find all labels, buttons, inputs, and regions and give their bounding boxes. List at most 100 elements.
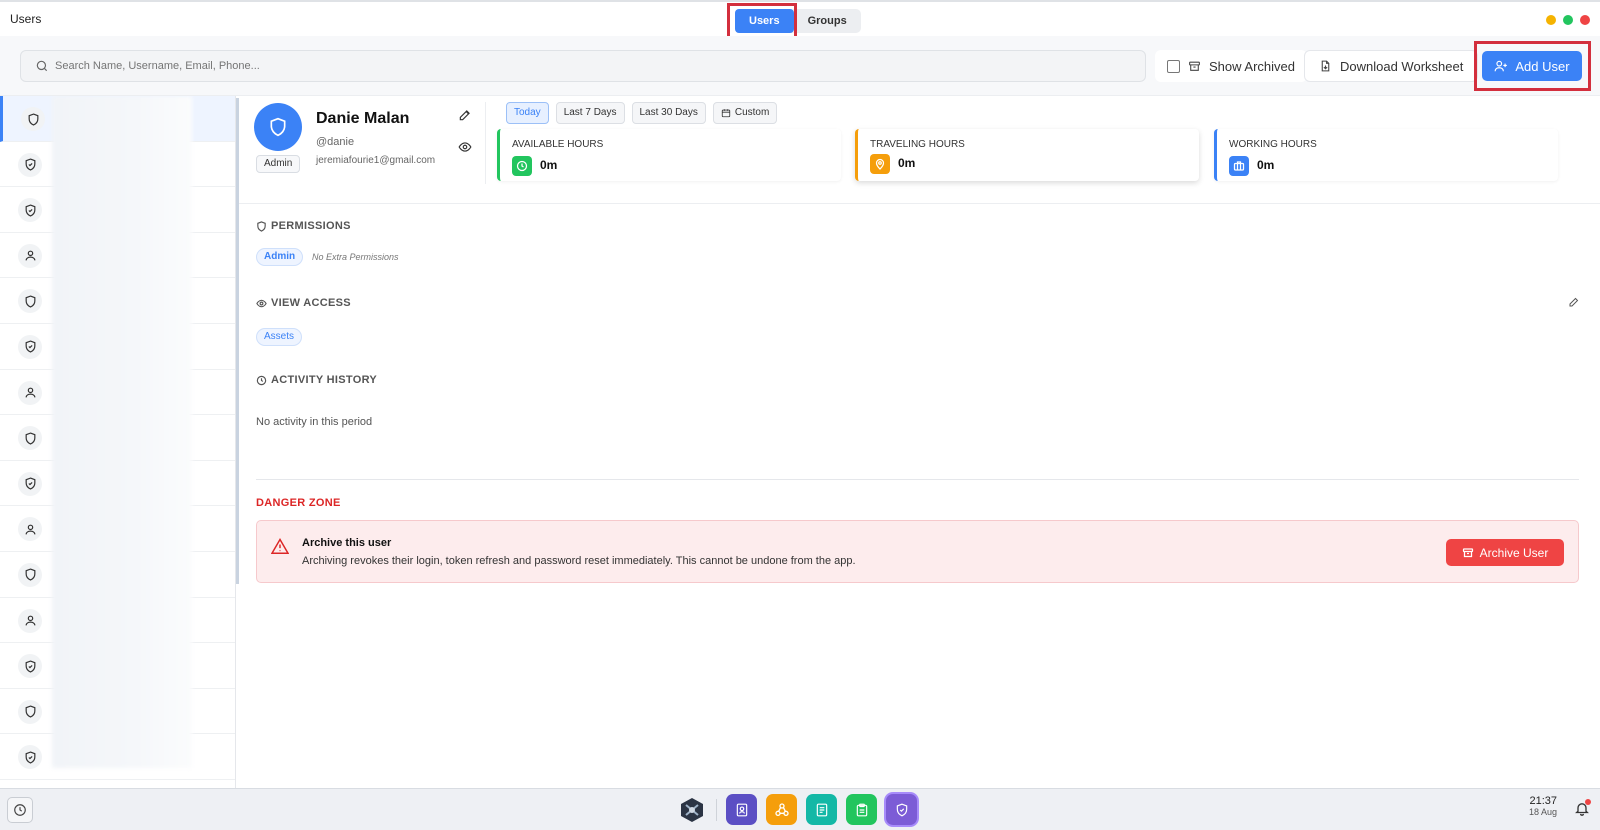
edit-pencil-icon[interactable] [458, 108, 472, 122]
app-dock [676, 794, 917, 825]
briefcase-icon [1229, 156, 1249, 176]
header-divider [485, 102, 486, 184]
danger-zone-title: DANGER ZONE [256, 497, 341, 509]
dock-app-clipboard-icon[interactable] [846, 794, 877, 825]
clock-date: 18 Aug [1528, 807, 1557, 817]
dock-app-contacts-icon[interactable] [726, 794, 757, 825]
range-custom[interactable]: Custom [712, 102, 778, 124]
redacted-names-blur [52, 96, 192, 768]
eye-icon [256, 299, 267, 307]
shield-icon [18, 426, 42, 451]
clock-time: 21:37 [1529, 795, 1557, 807]
shield-check-icon [18, 152, 42, 177]
archive-box-icon [1462, 547, 1473, 557]
danger-divider [256, 479, 1579, 480]
view-access-heading: VIEW ACCESS [256, 297, 351, 309]
search-input[interactable] [55, 51, 1135, 81]
shield-icon [257, 220, 266, 232]
shield-check-icon [18, 745, 42, 770]
dock-app-share-icon[interactable] [766, 794, 797, 825]
tab-groups[interactable]: Groups [794, 9, 861, 33]
activity-title: ACTIVITY HISTORY [271, 374, 378, 386]
map-pin-icon [870, 154, 890, 174]
search-box [20, 50, 1146, 82]
eye-icon[interactable] [458, 140, 472, 154]
minimize-button[interactable] [1546, 15, 1556, 25]
user-detail-panel: Admin Danie Malan @danie jeremiafourie1@… [239, 96, 1600, 788]
shield-check-icon [18, 654, 42, 679]
shield-icon [21, 107, 45, 131]
activity-empty-text: No activity in this period [256, 416, 373, 428]
permission-role-chip: Admin [256, 248, 304, 266]
app-logo-icon[interactable] [676, 794, 707, 825]
range-today[interactable]: Today [506, 102, 549, 124]
view-access-chip-assets: Assets [256, 328, 303, 346]
history-clock-button[interactable] [7, 797, 33, 823]
search-icon [36, 60, 48, 72]
window-controls [1546, 15, 1590, 25]
user-icon [18, 517, 42, 542]
system-clock[interactable]: 21:37 18 Aug [1529, 795, 1557, 817]
show-archived-label: Show Archived [1209, 58, 1295, 74]
shield-icon [18, 699, 42, 724]
close-button[interactable] [1580, 15, 1590, 25]
danger-zone-box: Archive this user Archiving revokes thei… [256, 520, 1579, 583]
calendar-icon [721, 109, 731, 118]
download-worksheet-button[interactable]: Download Worksheet [1304, 50, 1479, 82]
download-worksheet-label: Download Worksheet [1340, 58, 1464, 74]
clock-icon [14, 804, 26, 816]
warning-triangle-icon [271, 538, 289, 554]
date-range-selector: Today Last 7 Days Last 30 Days Custom [506, 102, 778, 124]
stat-label: TRAVELING HOURS [870, 139, 965, 150]
edit-pencil-icon[interactable] [1568, 296, 1580, 308]
avatar [254, 103, 302, 151]
section-divider [239, 203, 1600, 204]
stat-traveling-hours: TRAVELING HOURS 0m [855, 129, 1199, 181]
user-icon [18, 380, 42, 405]
app-window: Users Users Groups Show Archived Downloa… [0, 0, 1600, 830]
user-handle: @danie [316, 136, 355, 148]
dock-separator [716, 798, 717, 821]
show-archived-checkbox[interactable] [1167, 59, 1180, 73]
danger-text: Archiving revokes their login, token ref… [302, 555, 856, 567]
activity-heading: ACTIVITY HISTORY [256, 374, 377, 386]
user-icon [18, 243, 42, 268]
dock-app-shield-icon[interactable] [886, 794, 917, 825]
archive-user-button[interactable]: Archive User [1446, 539, 1564, 566]
shield-check-icon [18, 471, 42, 496]
permissions-title: PERMISSIONS [271, 220, 351, 232]
dock-app-document-icon[interactable] [806, 794, 837, 825]
user-name: Danie Malan [316, 110, 410, 127]
stat-label: WORKING HOURS [1229, 139, 1317, 150]
file-download-icon [1321, 60, 1330, 72]
stat-value: 0m [540, 158, 558, 172]
taskbar: 21:37 18 Aug [0, 788, 1600, 830]
user-icon [18, 608, 42, 633]
range-last-7-days[interactable]: Last 7 Days [555, 102, 625, 124]
archive-box-icon [1189, 61, 1200, 71]
show-archived-toggle[interactable]: Show Archived [1155, 50, 1307, 82]
permissions-heading: PERMISSIONS [256, 220, 351, 232]
stat-value: 0m [898, 156, 916, 170]
title-bar: Users Users Groups [0, 0, 1600, 41]
user-email: jeremiafourie1@gmail.com [316, 155, 436, 166]
window-title: Users [10, 12, 42, 26]
shield-icon [270, 117, 286, 137]
notifications-button[interactable] [1574, 799, 1591, 822]
shield-check-icon [18, 198, 42, 223]
shield-icon [18, 562, 42, 587]
shield-check-icon [18, 334, 42, 359]
shield-icon [18, 289, 42, 314]
maximize-button[interactable] [1563, 15, 1573, 25]
archive-user-label: Archive User [1479, 545, 1549, 560]
toolbar: Show Archived Download Worksheet Add Use… [0, 36, 1600, 96]
danger-heading: Archive this user [302, 537, 392, 549]
range-custom-label: Custom [734, 107, 770, 118]
user-list [0, 96, 236, 788]
stat-label: AVAILABLE HOURS [512, 139, 604, 150]
permissions-note: No Extra Permissions [312, 252, 399, 262]
stat-working-hours: WORKING HOURS 0m [1214, 129, 1558, 181]
range-last-30-days[interactable]: Last 30 Days [631, 102, 706, 124]
role-badge: Admin [256, 155, 301, 173]
notification-badge [1585, 799, 1591, 805]
